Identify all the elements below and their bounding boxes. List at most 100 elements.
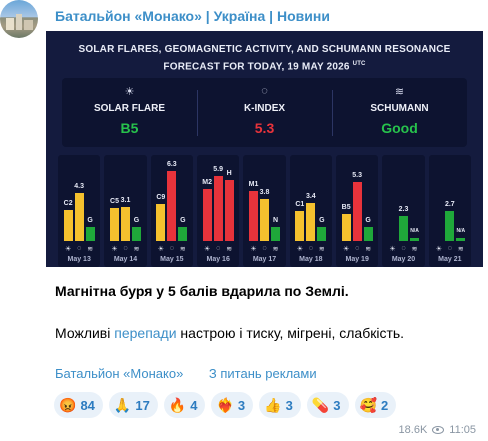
sun-icon: ☀ (435, 246, 442, 253)
message-page: Батальйон «Монако» | Україна | Новини SO… (0, 0, 488, 441)
summary-value: B5 (120, 120, 139, 136)
post-body: Можливі перепади настрою і тиску, мігрен… (55, 325, 404, 341)
flare-bar (63, 210, 73, 241)
forecast-title-line2: FORECAST FOR TODAY, 19 MAY 2026 (163, 61, 350, 73)
k-index-label: 3.1 (120, 196, 131, 204)
schumann-icon: ≋ (179, 246, 186, 253)
channel-name[interactable]: Батальйон «Монако» | Україна | Новини (55, 8, 330, 24)
reaction-count: 17 (135, 397, 150, 413)
schumann-label: N/A (410, 228, 419, 234)
sun-icon: ☀ (250, 246, 257, 253)
forecast-image[interactable]: SOLAR FLARES, GEOMAGNETIC ACTIVITY, AND … (46, 31, 483, 267)
schumann-label: G (133, 217, 140, 224)
day-label: May 20 (391, 256, 416, 263)
message-time: 11:05 (449, 424, 476, 436)
reaction-button[interactable]: 🥰 2 (354, 392, 397, 418)
reactions-bar: 😡 84 🙏 17 🔥 4 ❤️‍🔥 3 👍 3 💊 3 🥰 2 (54, 392, 397, 418)
k-index-icon: ◌ (447, 245, 452, 252)
message-meta: 18.6K 11:05 (399, 424, 476, 436)
k-index-icon: ◌ (308, 245, 313, 252)
reaction-count: 84 (80, 397, 95, 413)
schumann-label: N (272, 217, 279, 224)
forecast-chart: C2 4.3 G ☀ ◌ ≋ May 13 C5 3.1 G ☀ ◌ ≋ May 14 C9 6.3 G ☀ ◌ ≋ M… (56, 155, 473, 267)
reaction-count: 3 (333, 397, 341, 413)
schumann-bar (224, 179, 234, 241)
schumann-bar (85, 227, 95, 241)
smiling-hearts-emoji-icon: 🥰 (359, 396, 377, 413)
reaction-button[interactable]: 🙏 17 (108, 392, 158, 418)
flare-bar (341, 214, 351, 241)
day-label: May 21 (438, 256, 462, 263)
reaction-button[interactable]: 🔥 4 (163, 392, 206, 418)
k-index-label: 3.4 (305, 193, 316, 201)
post-body-link[interactable]: перепади (114, 325, 176, 341)
schumann-bar (410, 238, 419, 241)
channel-avatar[interactable] (0, 0, 38, 38)
schumann-label: G (365, 217, 371, 224)
k-index-icon: ◌ (355, 245, 360, 252)
schumann-label: G (87, 217, 93, 224)
pill-emoji-icon: 💊 (311, 396, 330, 413)
k-index-icon: ◌ (169, 245, 174, 252)
flare-bar (156, 204, 166, 241)
schumann-icon: ≋ (87, 246, 94, 253)
schumann-icon: ≋ (457, 246, 464, 253)
day-label: May 13 (67, 256, 91, 263)
flare-bar (249, 190, 258, 241)
schumann-icon: ≋ (411, 246, 418, 253)
schumann-icon: ≋ (365, 246, 372, 253)
summary-value: Good (381, 120, 418, 136)
schumann-label: G (180, 217, 186, 224)
forecast-summary: ☀ SOLAR FLARE B5 ◌ K-INDEX 5.3 ≋ SCHUMAN… (62, 78, 467, 147)
flare-label: M1 (248, 180, 259, 188)
views-count: 18.6K (398, 424, 428, 436)
sun-icon: ☀ (157, 246, 164, 253)
sun-icon: ☀ (343, 246, 350, 253)
k-index-icon: ◌ (262, 245, 267, 252)
sun-icon: ☀ (296, 246, 303, 253)
angry-emoji-icon: 😡 (59, 396, 77, 413)
sun-icon: ☀ (111, 246, 118, 253)
schumann-icon: ≋ (272, 246, 279, 253)
channel-link[interactable]: Батальйон «Монако» (55, 366, 183, 381)
summary-solar-flare: ☀ SOLAR FLARE B5 (62, 78, 197, 147)
schumann-bar (317, 227, 327, 241)
reaction-button[interactable]: 😡 84 (54, 392, 103, 418)
fire-emoji-icon: 🔥 (168, 396, 187, 413)
summary-schumann: ≋ SCHUMANN Good (332, 78, 467, 147)
forecast-title: SOLAR FLARES, GEOMAGNETIC ACTIVITY, AND … (46, 43, 483, 74)
k-index-icon: ◌ (401, 245, 406, 252)
summary-label: SCHUMANN (370, 103, 429, 114)
schumann-bar (132, 227, 141, 241)
reaction-button[interactable]: 💊 3 (306, 392, 349, 418)
post-headline: Магнітна буря у 5 балів вдарила по Землі… (55, 283, 349, 299)
schumann-label: H (226, 169, 232, 177)
k-index-bar (167, 171, 177, 241)
k-index-label: 2.7 (444, 201, 455, 209)
day-label: May 18 (299, 256, 323, 263)
k-index-icon: ◌ (123, 245, 128, 252)
k-index-label: 5.3 (352, 172, 363, 180)
reaction-button[interactable]: 👍 3 (259, 392, 301, 418)
heart-fire-emoji-icon: ❤️‍🔥 (216, 396, 234, 413)
sun-icon: ☀ (124, 86, 135, 98)
post-body-suffix: настрою і тиску, мігрені, слабкість. (176, 325, 405, 341)
k-index-label: 3.8 (259, 188, 270, 196)
sun-icon: ☀ (204, 246, 211, 253)
schumann-bar (178, 227, 188, 241)
flare-bar (295, 211, 305, 241)
day-label: May 14 (113, 256, 138, 263)
k-index-label: 6.3 (166, 161, 177, 169)
reaction-count: 3 (237, 397, 246, 413)
schumann-label: N/A (456, 228, 466, 234)
summary-label: K-INDEX (243, 103, 286, 114)
utc-label: UTC (352, 61, 366, 67)
eye-icon (432, 426, 445, 434)
day-label: May 16 (206, 256, 230, 263)
summary-k-index: ◌ K-INDEX 5.3 (197, 78, 332, 147)
schumann-label: G (319, 217, 325, 224)
k-index-label: 4.3 (74, 183, 85, 191)
reaction-button[interactable]: ❤️‍🔥 3 (211, 392, 254, 418)
reaction-count: 4 (190, 397, 198, 413)
ads-link[interactable]: З питань реклами (209, 366, 317, 381)
